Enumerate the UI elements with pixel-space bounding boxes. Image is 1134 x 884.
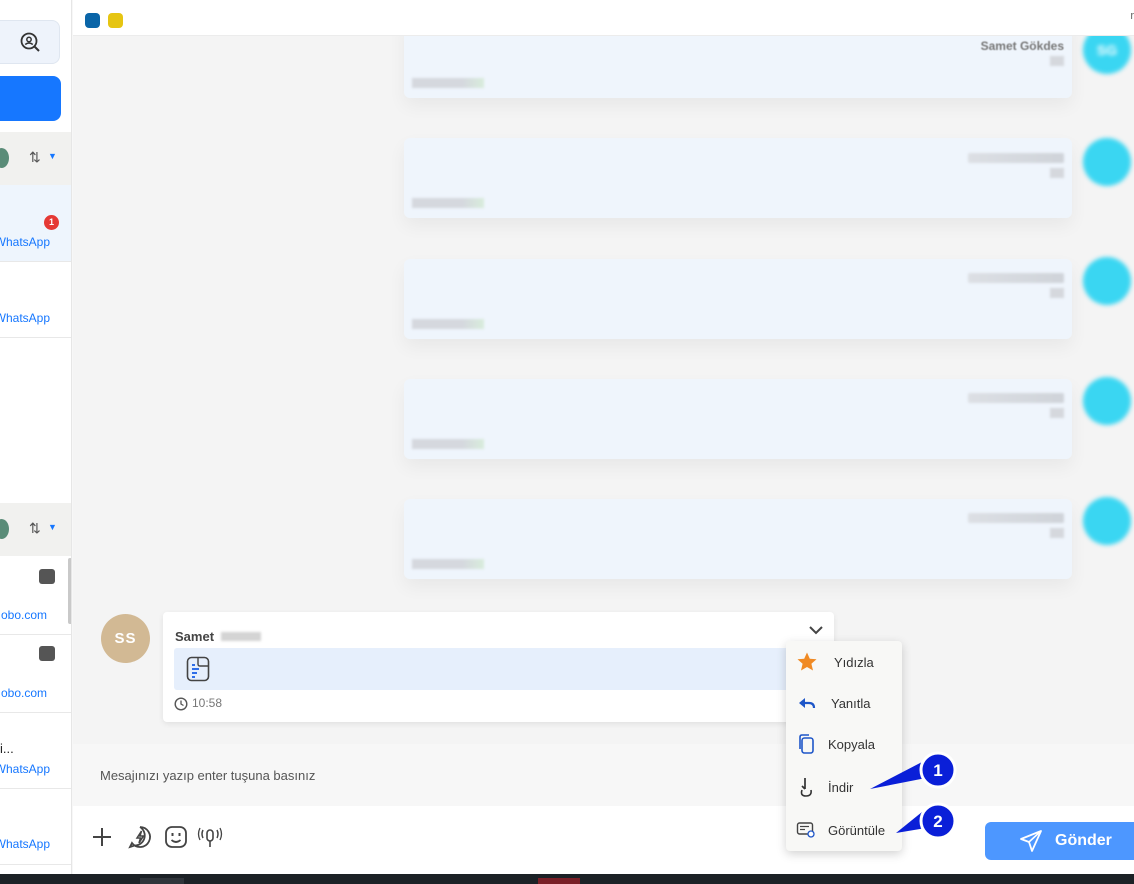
avatar	[1083, 257, 1131, 305]
filter-bar: ⇅ ▼	[0, 132, 71, 185]
send-button[interactable]: Gönder	[985, 822, 1134, 860]
annotation-callouts: 1 2	[870, 751, 957, 840]
message-sender: Samet	[175, 629, 215, 644]
channel-label: WhatsApp	[0, 762, 50, 776]
conversation-item[interactable]: WhatsApp	[0, 789, 71, 865]
message-time-blurred	[412, 439, 484, 449]
clock-icon	[174, 697, 188, 711]
blurred-text	[1050, 528, 1064, 538]
channel-label: obo.com	[0, 686, 47, 700]
menu-item-reply[interactable]: Yanıtla	[786, 682, 902, 722]
incoming-message[interactable]: Samet 10:58	[163, 612, 834, 722]
sort-icon[interactable]: ⇅	[29, 520, 41, 537]
new-conversation-button[interactable]	[0, 76, 61, 121]
message-list[interactable]: Samet Gökdes SG SS Samet 10:58	[73, 36, 1134, 744]
file-attachment[interactable]	[174, 648, 810, 690]
taskbar	[0, 874, 1134, 884]
blurred-text	[968, 153, 1064, 163]
menu-item-star[interactable]: Yıdızla	[786, 641, 902, 681]
chevron-down-icon[interactable]: ▼	[48, 522, 57, 532]
send-icon	[1020, 830, 1042, 852]
conversation-preview: i...	[0, 741, 14, 756]
conversation-item[interactable]: WhatsApp	[0, 262, 71, 338]
chat-header: r	[73, 0, 1134, 36]
channel-label: WhatsApp	[0, 837, 50, 851]
status-dot	[0, 519, 9, 539]
tag-icon	[39, 569, 55, 584]
conversation-sidebar: ⇅ ▼ WhatsApp 1 WhatsApp ⇅ ▼ obo.com obo.…	[0, 0, 72, 874]
taskbar-item[interactable]	[140, 878, 184, 884]
quick-reply-icon[interactable]	[127, 824, 153, 850]
copy-icon	[799, 734, 814, 754]
message-input[interactable]	[73, 744, 1134, 806]
emoji-icon[interactable]	[163, 824, 189, 850]
blurred-text	[1050, 408, 1064, 418]
tag-icon	[39, 646, 55, 661]
message-time-blurred	[412, 559, 484, 569]
menu-item-label: Yanıtla	[831, 696, 871, 711]
outgoing-message[interactable]	[404, 379, 1072, 459]
blurred-text	[968, 393, 1064, 403]
filter-bar: ⇅ ▼	[0, 503, 71, 556]
avatar: SS	[101, 614, 150, 663]
chevron-down-icon[interactable]: ▼	[48, 151, 57, 161]
plus-icon[interactable]	[89, 824, 115, 850]
chevron-down-icon[interactable]	[808, 624, 824, 636]
blurred-text	[1050, 288, 1064, 298]
sidebar-scrollbar[interactable]	[68, 558, 71, 624]
window-dot-yellow	[108, 13, 123, 28]
blurred-text	[1050, 56, 1064, 66]
conversation-item[interactable]: i... WhatsApp	[0, 713, 71, 789]
view-icon	[796, 822, 815, 838]
avatar: SG	[1083, 36, 1131, 74]
message-composer: Gönder	[73, 744, 1134, 874]
star-icon	[797, 652, 817, 671]
callout-number: 2	[933, 812, 942, 831]
avatar	[1083, 497, 1131, 545]
blurred-text	[968, 513, 1064, 523]
message-sender: Samet Gökdes	[980, 39, 1064, 53]
status-dot	[0, 148, 9, 168]
avatar	[1083, 377, 1131, 425]
conversation-item[interactable]: obo.com	[0, 556, 71, 635]
search-user-icon	[20, 32, 40, 52]
conversation-item[interactable]: obo.com	[0, 635, 71, 713]
download-icon	[800, 778, 812, 797]
message-time-blurred	[412, 198, 484, 208]
outgoing-message[interactable]	[404, 259, 1072, 339]
taskbar-item[interactable]	[538, 878, 580, 884]
menu-item-label: Yıdızla	[834, 655, 874, 670]
message-time: 10:58	[192, 696, 223, 710]
outgoing-message[interactable]: Samet Gökdes	[404, 36, 1072, 98]
conversation-item[interactable]: WhatsApp	[0, 185, 71, 262]
search-button[interactable]	[0, 20, 60, 64]
callout-pointer	[870, 762, 926, 789]
channel-label: WhatsApp	[0, 235, 50, 249]
reply-icon	[799, 698, 816, 709]
header-corner-glyph: r	[1130, 10, 1134, 22]
sort-icon[interactable]: ⇅	[29, 149, 41, 166]
menu-item-label: İndir	[828, 780, 854, 795]
message-time-blurred	[412, 78, 484, 88]
blurred-text	[968, 273, 1064, 283]
outgoing-message[interactable]	[404, 138, 1072, 218]
blurred-text	[221, 632, 261, 641]
document-icon	[186, 656, 210, 682]
outgoing-message[interactable]	[404, 499, 1072, 579]
avatar	[1083, 138, 1131, 186]
send-button-label: Gönder	[1055, 832, 1112, 849]
callout-number: 1	[933, 761, 942, 780]
channel-label: obo.com	[0, 608, 47, 622]
microphone-icon[interactable]	[197, 824, 223, 850]
message-time-blurred	[412, 319, 484, 329]
unread-badge: 1	[44, 215, 59, 230]
channel-label: WhatsApp	[0, 311, 50, 325]
blurred-text	[1050, 168, 1064, 178]
window-dot-blue	[85, 13, 100, 28]
